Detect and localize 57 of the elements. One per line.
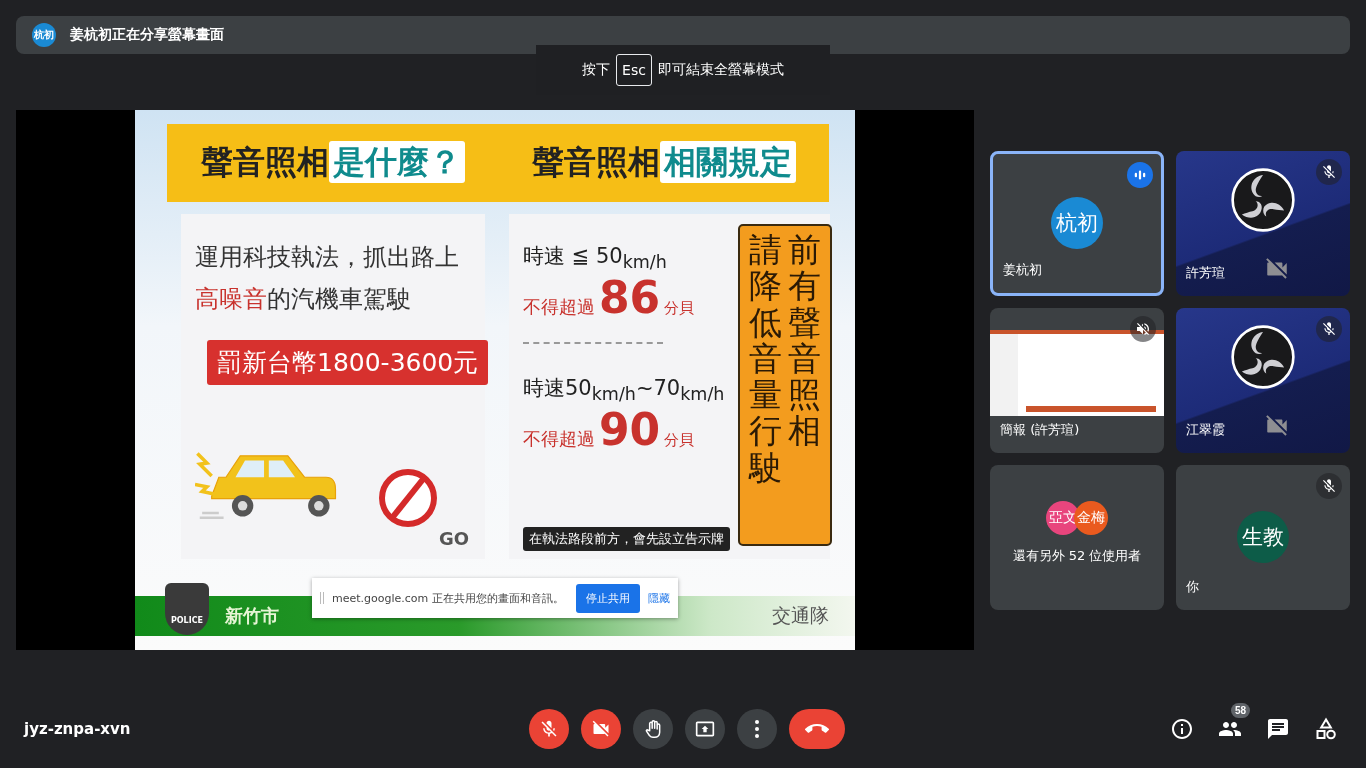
- microphone-button[interactable]: [529, 709, 569, 749]
- participant-name: 你: [1186, 577, 1199, 596]
- sign-text: 請降低音量行駛: [749, 232, 782, 489]
- esc-key: Esc: [616, 54, 652, 86]
- obs-logo-icon: [1230, 167, 1296, 233]
- camera-button[interactable]: [581, 709, 621, 749]
- fine-label: 罰新台幣1800-3600元: [207, 340, 489, 385]
- info-icon: [1170, 717, 1194, 741]
- participant-name: 姜杭初: [1003, 260, 1042, 279]
- avatar: 生教: [1237, 511, 1289, 563]
- footer-text: 交通隊: [772, 603, 829, 628]
- shapes-icon: [1314, 717, 1338, 741]
- decibel-value: 86: [599, 276, 661, 321]
- limit-text: 不得超過: [523, 295, 595, 320]
- footer-text: 新竹市: [225, 604, 279, 628]
- camera-off-icon: [591, 719, 611, 739]
- obs-logo-icon: [1230, 324, 1296, 390]
- hand-icon: [643, 719, 663, 739]
- chat-icon: [1266, 717, 1290, 741]
- present-screen-icon: [695, 719, 715, 739]
- hide-link[interactable]: 隱藏: [648, 590, 670, 606]
- present-screen-button[interactable]: [685, 709, 725, 749]
- participant-name: 江翠霞: [1186, 420, 1225, 439]
- leave-call-button[interactable]: [789, 709, 845, 749]
- drag-handle-icon[interactable]: [320, 592, 324, 604]
- more-options-button[interactable]: [737, 709, 777, 749]
- avatar: 杭初: [1051, 197, 1103, 249]
- more-options-icon: [755, 720, 759, 738]
- stop-sharing-button[interactable]: 停止共用: [576, 583, 640, 613]
- police-badge: POLICE: [165, 583, 209, 635]
- mic-off-icon: [539, 719, 559, 739]
- slide-heading: 聲音照相是什麼？: [200, 141, 465, 185]
- avatar: 杭初: [32, 23, 56, 47]
- more-participants-text: 還有另外 52 位使用者: [1012, 547, 1142, 565]
- unit-text: 分貝: [664, 431, 695, 451]
- meeting-code: jyz-znpa-xvn: [24, 720, 132, 738]
- notice-label: 在執法路段前方，會先設立告示牌: [523, 527, 730, 551]
- participant-count-badge: 58: [1230, 703, 1250, 718]
- slide-heading: 聲音照相相關規定: [531, 141, 796, 185]
- avatar: 金梅: [1074, 501, 1108, 535]
- unit-text: 分貝: [664, 299, 695, 319]
- participants-button[interactable]: 58: [1206, 705, 1254, 753]
- speed-label: 時速 ≦ 50$_{km/h}$: [523, 243, 668, 273]
- sign-text: 前有聲音照相: [788, 232, 821, 453]
- limit-text: 不得超過: [523, 427, 595, 452]
- go-sign-text: GO: [438, 528, 469, 549]
- decibel-value: 90: [599, 408, 661, 453]
- participant-name: 許芳瑄: [1186, 263, 1225, 282]
- notice-text: meet.google.com 正在共用您的畫面和音訊。: [332, 590, 564, 606]
- speed-label: 時速50$_{km/h}$~70$_{km/h}$: [523, 375, 726, 405]
- hint-text: 按下: [582, 61, 611, 79]
- banner-text: 姜杭初正在分享螢幕畫面: [70, 26, 224, 44]
- raise-hand-button[interactable]: [633, 709, 673, 749]
- hint-text: 即可結束全螢幕模式: [657, 61, 784, 79]
- participant-name: 簡報 (許芳瑄): [1000, 420, 1080, 439]
- slide-description: 運用科技執法，抓出路上 高噪音的汽機車駕駛: [195, 242, 459, 315]
- no-entry-sign-icon: [378, 469, 437, 527]
